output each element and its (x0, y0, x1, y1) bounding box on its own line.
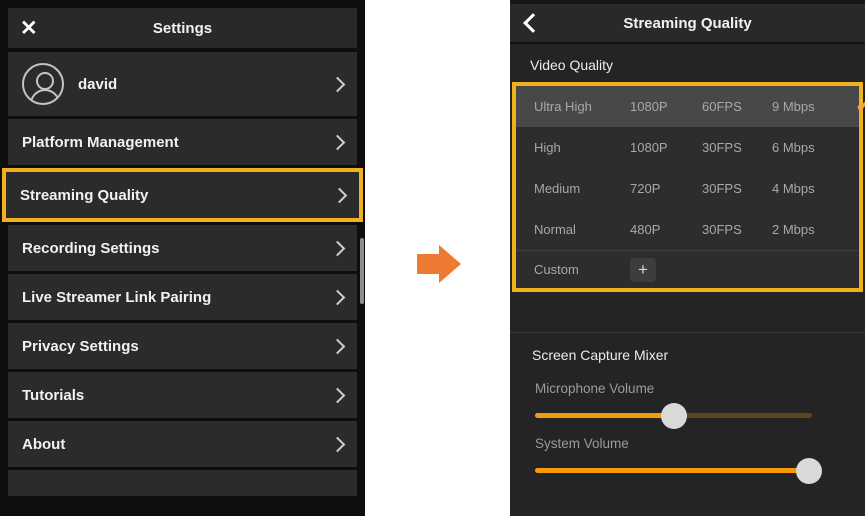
chevron-right-icon (330, 338, 346, 354)
system-volume-label: System Volume (510, 418, 865, 451)
menu-item-label: Privacy Settings (22, 338, 139, 355)
menu-item-label: Tutorials (22, 387, 84, 404)
user-profile-row[interactable]: david (8, 52, 357, 116)
microphone-volume-slider[interactable] (535, 413, 812, 418)
streaming-quality-header: Streaming Quality (510, 4, 865, 44)
video-quality-section-label: Video Quality (510, 44, 865, 82)
quality-bitrate: 9 Mbps (772, 99, 856, 114)
highlight-box-streaming-quality: Streaming Quality (2, 168, 363, 222)
transition-arrow-icon (417, 245, 461, 283)
system-volume-slider[interactable] (535, 468, 812, 473)
menu-item-privacy-settings[interactable]: Privacy Settings (8, 323, 357, 369)
close-icon[interactable]: ✕ (20, 8, 38, 48)
quality-name: Ultra High (534, 99, 630, 114)
chevron-right-icon (330, 240, 346, 256)
menu-item-label: Streaming Quality (20, 187, 148, 204)
quality-bitrate: 4 Mbps (772, 181, 856, 196)
add-custom-quality-button[interactable]: + (630, 258, 656, 282)
quality-resolution: 480P (630, 222, 702, 237)
slider-fill (535, 468, 809, 473)
chevron-right-icon (330, 76, 346, 92)
scrollbar[interactable] (360, 238, 364, 304)
menu-item-about[interactable]: About (8, 421, 357, 467)
settings-screen: ✕ Settings david Platform Management Str… (0, 0, 365, 516)
selected-check-icon: ✔ (856, 97, 865, 117)
highlight-box-video-quality: Ultra High 1080P 60FPS 9 Mbps ✔ High 108… (512, 82, 863, 292)
quality-name: Normal (534, 222, 630, 237)
user-avatar-icon (22, 63, 64, 105)
quality-resolution: 1080P (630, 140, 702, 155)
menu-item-label: Platform Management (22, 134, 179, 151)
streaming-quality-screen: Streaming Quality Video Quality Ultra Hi… (510, 0, 865, 516)
menu-item-live-streamer-link-pairing[interactable]: Live Streamer Link Pairing (8, 274, 357, 320)
custom-label: Custom (534, 262, 630, 277)
quality-fps: 30FPS (702, 140, 772, 155)
empty-row (8, 470, 357, 496)
menu-item-streaming-quality[interactable]: Streaming Quality (6, 172, 359, 218)
quality-bitrate: 6 Mbps (772, 140, 856, 155)
chevron-right-icon (330, 134, 346, 150)
quality-row-normal[interactable]: Normal 480P 30FPS 2 Mbps (516, 209, 859, 250)
quality-fps: 30FPS (702, 181, 772, 196)
quality-bitrate: 2 Mbps (772, 222, 856, 237)
slider-fill (535, 413, 674, 418)
menu-item-label: Live Streamer Link Pairing (22, 289, 211, 306)
menu-item-recording-settings[interactable]: Recording Settings (8, 225, 357, 271)
settings-header: ✕ Settings (8, 8, 357, 48)
quality-row-custom: Custom + (516, 250, 859, 288)
quality-fps: 60FPS (702, 99, 772, 114)
menu-item-label: About (22, 436, 65, 453)
slider-thumb[interactable] (661, 403, 687, 429)
page-title: Settings (8, 20, 357, 37)
slider-thumb[interactable] (796, 458, 822, 484)
quality-row-high[interactable]: High 1080P 30FPS 6 Mbps (516, 127, 859, 168)
page-title: Streaming Quality (510, 15, 865, 32)
menu-item-label: Recording Settings (22, 240, 160, 257)
quality-name: High (534, 140, 630, 155)
quality-resolution: 1080P (630, 99, 702, 114)
quality-name: Medium (534, 181, 630, 196)
menu-item-platform-management[interactable]: Platform Management (8, 119, 357, 165)
quality-resolution: 720P (630, 181, 702, 196)
user-name: david (78, 76, 117, 93)
chevron-right-icon (330, 289, 346, 305)
chevron-right-icon (332, 187, 348, 203)
chevron-right-icon (330, 436, 346, 452)
quality-fps: 30FPS (702, 222, 772, 237)
microphone-volume-label: Microphone Volume (510, 363, 865, 396)
chevron-right-icon (330, 387, 346, 403)
screen-capture-mixer-label: Screen Capture Mixer (510, 333, 865, 363)
menu-item-tutorials[interactable]: Tutorials (8, 372, 357, 418)
quality-row-medium[interactable]: Medium 720P 30FPS 4 Mbps (516, 168, 859, 209)
quality-row-ultra-high[interactable]: Ultra High 1080P 60FPS 9 Mbps ✔ (516, 86, 859, 127)
